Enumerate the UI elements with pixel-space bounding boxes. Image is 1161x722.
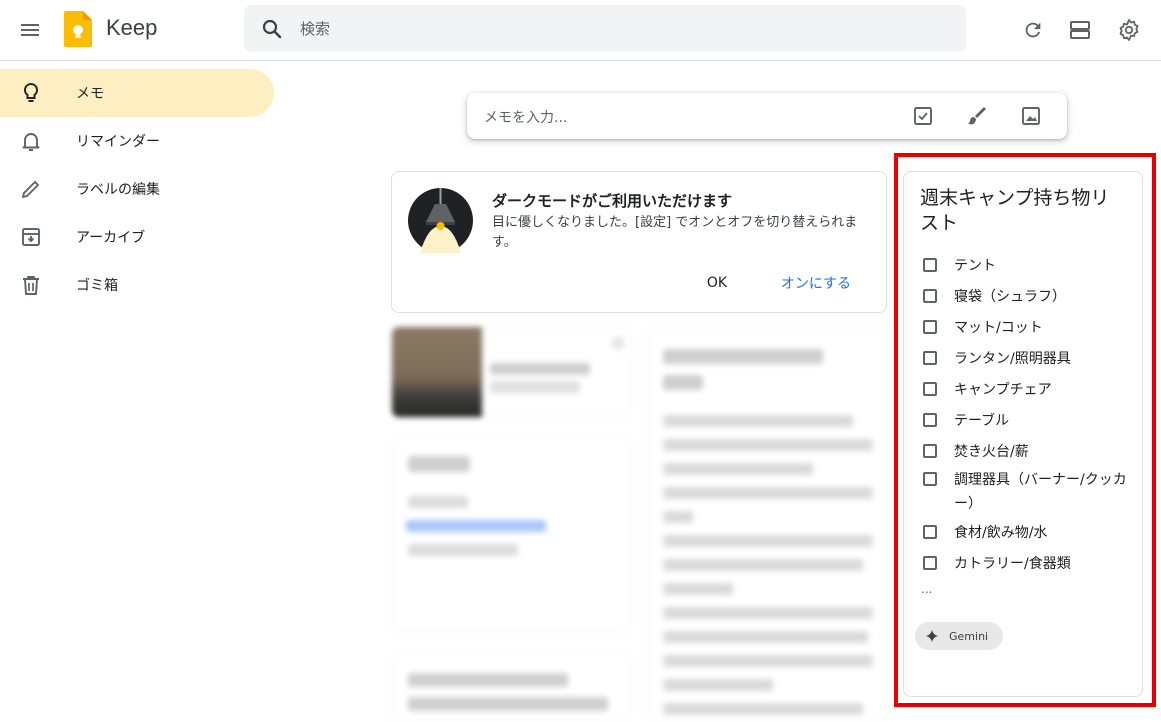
refresh-button[interactable] (1017, 14, 1049, 46)
bell-icon (22, 133, 40, 151)
sidebar-item-notes[interactable]: メモ (0, 69, 274, 117)
dark-mode-description: 目に優しくなりました。[設定] でオンとオフを切り替えられます。 (492, 215, 858, 250)
note-thumbnail (392, 327, 482, 417)
archive-icon (22, 228, 40, 246)
settings-button[interactable] (1113, 14, 1145, 46)
pencil-icon (22, 181, 39, 198)
sidebar-item-edit-labels[interactable]: ラベルの編集 (0, 165, 274, 213)
blurred-note-card[interactable] (391, 652, 631, 722)
lamp-illustration-icon (408, 188, 473, 253)
list-view-icon (1070, 21, 1090, 39)
brush-icon[interactable] (965, 104, 989, 128)
ok-button[interactable]: OK (692, 269, 742, 297)
blurred-note-card[interactable] (648, 326, 884, 722)
sidebar-item-label: リマインダー (76, 134, 160, 150)
sidebar-item-label: メモ (76, 86, 104, 102)
take-note-bar[interactable]: メモを入力... (467, 93, 1067, 139)
sidebar-item-label: ラベルの編集 (76, 182, 160, 198)
take-note-placeholder[interactable]: メモを入力... (484, 107, 567, 127)
keep-logo-icon[interactable] (64, 11, 92, 47)
app-title[interactable]: Keep (106, 15, 157, 41)
lightbulb-icon (23, 82, 39, 102)
sidebar-item-archive[interactable]: アーカイブ (0, 213, 274, 261)
search-icon[interactable] (260, 17, 284, 41)
sidebar-item-label: ゴミ箱 (76, 278, 118, 294)
image-icon[interactable] (1019, 104, 1043, 128)
dark-mode-announcement-card: ダークモードがご利用いただけます 目に優しくなりました。[設定] でオンとオフを… (391, 171, 887, 313)
sidebar-item-label: アーカイブ (76, 230, 146, 246)
refresh-icon (1025, 22, 1041, 38)
gear-icon (1119, 19, 1139, 41)
list-view-button[interactable] (1064, 14, 1096, 46)
enable-dark-mode-button[interactable]: オンにする (770, 269, 862, 297)
sidebar-item-trash[interactable]: ゴミ箱 (0, 261, 274, 309)
search-bar[interactable] (244, 5, 966, 52)
top-bar: Keep (0, 0, 1161, 61)
main-menu-button[interactable] (10, 10, 50, 50)
blurred-note-card[interactable] (391, 437, 631, 633)
highlight-box (894, 153, 1156, 707)
blurred-note-card[interactable] (391, 326, 631, 418)
new-checklist-icon[interactable] (911, 104, 935, 128)
dark-mode-title: ダークモードがご利用いただけます (492, 192, 733, 210)
sidebar-item-reminders[interactable]: リマインダー (0, 117, 274, 165)
trash-icon (23, 276, 39, 295)
hamburger-menu-icon (21, 24, 39, 36)
search-input[interactable] (300, 5, 940, 52)
